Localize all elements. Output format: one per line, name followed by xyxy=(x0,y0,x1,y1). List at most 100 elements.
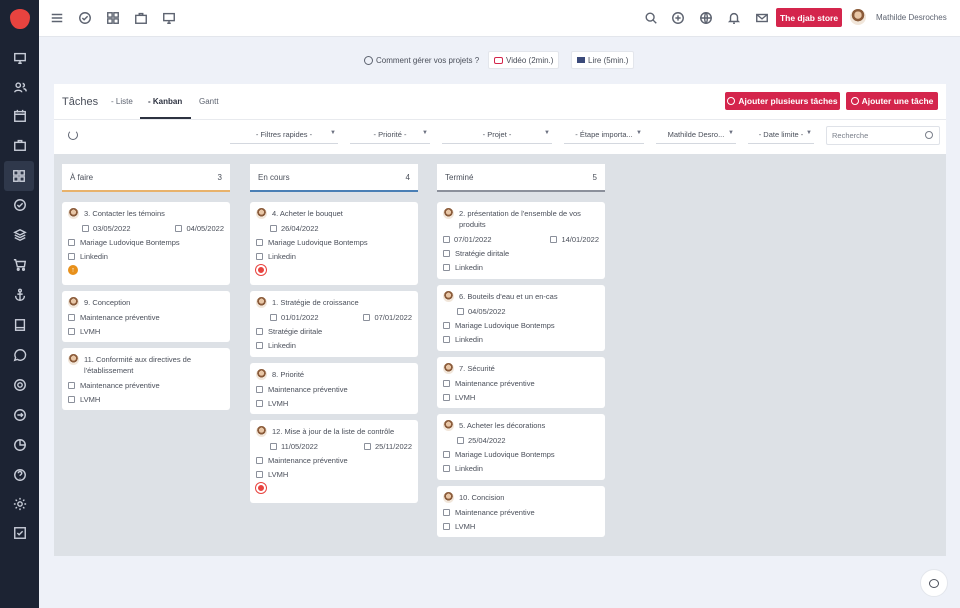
tab-gantt[interactable]: Gantt xyxy=(199,97,219,106)
chat-icon[interactable] xyxy=(9,344,30,365)
task-card[interactable]: 10. Concision Maintenance préventive LVM… xyxy=(437,486,605,537)
filter-milestone[interactable]: - Étape importa... ▼ xyxy=(564,126,644,144)
store-button[interactable]: The djab store xyxy=(776,8,842,27)
settings-icon[interactable] xyxy=(9,493,30,514)
task-project: Maintenance préventive xyxy=(455,378,535,388)
plus-circle-icon[interactable] xyxy=(671,11,685,25)
cart-icon[interactable] xyxy=(9,254,30,275)
layers-icon[interactable] xyxy=(9,224,30,245)
globe-icon[interactable] xyxy=(699,11,713,25)
briefcase-icon[interactable] xyxy=(9,134,30,155)
briefcase-icon[interactable] xyxy=(134,11,148,25)
tab-kanban[interactable]: - Kanban xyxy=(148,97,182,106)
task-card[interactable]: 7. Sécurité Maintenance préventive LVMH xyxy=(437,357,605,408)
add-many-label: Ajouter plusieurs tâches xyxy=(738,96,838,106)
bell-icon[interactable] xyxy=(727,11,741,25)
add-many-tasks-button[interactable]: Ajouter plusieurs tâches xyxy=(725,92,840,110)
task-client: LVMH xyxy=(80,394,101,404)
pie-chart-icon[interactable] xyxy=(9,434,30,455)
calendar-icon xyxy=(82,224,89,232)
filter-deadline[interactable]: - Date limite - ▼ xyxy=(748,126,814,144)
chevron-down-icon: ▼ xyxy=(728,130,734,136)
task-card[interactable]: 12. Mise à jour de la liste de contrôle … xyxy=(250,420,418,503)
anchor-icon[interactable] xyxy=(9,284,30,305)
tab-liste[interactable]: - Liste xyxy=(111,97,133,106)
user-avatar[interactable] xyxy=(850,9,866,25)
start-date: 01/01/2022 xyxy=(281,312,319,322)
add-task-button[interactable]: Ajouter une tâche xyxy=(846,92,938,110)
help-icon[interactable] xyxy=(9,464,30,485)
check-circle-icon[interactable] xyxy=(78,11,92,25)
menu-icon[interactable] xyxy=(50,11,64,25)
filter-assignee[interactable]: Mathilde Desro... ▼ xyxy=(656,126,736,144)
task-card[interactable]: 3. Contacter les témoins 03/05/2022 04/05… xyxy=(62,202,230,285)
column-title: À faire xyxy=(70,172,94,182)
checklist-icon[interactable] xyxy=(9,522,30,543)
task-card[interactable]: 9. Conception Maintenance préventive LVM… xyxy=(62,291,230,342)
filter-quick[interactable]: - Filtres rapides - ▼ xyxy=(230,126,338,144)
chevron-down-icon: ▼ xyxy=(330,130,336,136)
avatar xyxy=(68,208,79,219)
users-icon[interactable] xyxy=(9,76,30,97)
project-icon xyxy=(443,321,450,329)
read-button[interactable]: Lire (5min.) xyxy=(571,51,635,69)
app-logo[interactable] xyxy=(10,9,30,29)
grid-icon[interactable] xyxy=(4,161,34,191)
user-name[interactable]: Mathilde Desroches xyxy=(876,13,947,22)
task-project: Mariage Ludovique Bontemps xyxy=(80,237,180,247)
task-card[interactable]: 1. Stratégie de croissance 01/01/2022 07/… xyxy=(250,291,418,357)
task-card[interactable]: 6. Bouteils d'eau et un en-cas 04/05/202… xyxy=(437,285,605,351)
avatar xyxy=(256,426,267,437)
avatar xyxy=(443,420,454,431)
read-wrap: Lire (5min.) xyxy=(571,51,635,69)
client-icon xyxy=(443,335,450,343)
task-client: LVMH xyxy=(455,392,476,402)
filter-milestone-label: - Étape importa... xyxy=(575,130,633,139)
client-icon xyxy=(443,263,450,271)
avatar xyxy=(68,297,79,308)
search-icon[interactable] xyxy=(644,11,658,25)
avatar xyxy=(256,369,267,380)
refresh-icon[interactable] xyxy=(68,130,78,140)
client-icon xyxy=(256,341,263,349)
task-card[interactable]: 5. Acheter les décorations 25/04/2022 Ma… xyxy=(437,414,605,480)
chat-bubble-icon xyxy=(929,578,939,588)
monitor-icon[interactable] xyxy=(162,11,176,25)
task-card[interactable]: 4. Acheter le bouquet 26/04/2022 Mariage… xyxy=(250,202,418,285)
task-card[interactable]: 11. Conformité aux directives de l'établ… xyxy=(62,348,230,410)
task-card[interactable]: 2. présentation de l'ensemble de vos pro… xyxy=(437,202,605,279)
task-title: 8. Priorité xyxy=(272,370,305,379)
help-question[interactable]: Comment gérer vos projets ? xyxy=(376,56,479,65)
task-card[interactable]: 8. Priorité Maintenance préventive LVMH xyxy=(250,363,418,414)
check-circle-icon[interactable] xyxy=(9,194,30,215)
search-input[interactable]: Recherche xyxy=(826,126,940,145)
mail-icon[interactable] xyxy=(755,11,769,25)
task-title: 5. Acheter les décorations xyxy=(459,421,546,430)
video-label: Vidéo (2min.) xyxy=(506,55,554,65)
help-row: Comment gérer vos projets ? xyxy=(364,51,479,69)
divider xyxy=(54,119,946,120)
calendar-icon[interactable] xyxy=(9,105,30,126)
monitor-icon[interactable] xyxy=(9,47,30,68)
column-title: Terminé xyxy=(445,172,474,182)
task-client: Linkedin xyxy=(455,262,483,272)
task-client: LVMH xyxy=(268,469,289,479)
task-project: Maintenance préventive xyxy=(80,312,160,322)
task-project: Maintenance préventive xyxy=(455,507,535,517)
filter-priority[interactable]: - Priorité - ▼ xyxy=(350,126,430,144)
book-icon[interactable] xyxy=(9,314,30,335)
video-button[interactable]: Vidéo (2min.) xyxy=(488,51,560,69)
grid-icon[interactable] xyxy=(106,11,120,25)
project-icon xyxy=(68,238,75,246)
filter-project[interactable]: - Projet - ▼ xyxy=(442,126,552,144)
info-icon xyxy=(364,55,373,65)
task-title: 3. Contacter les témoins xyxy=(84,209,165,218)
task-project: Stratégie diritale xyxy=(268,326,323,336)
priority-up-icon: ↑ xyxy=(68,265,78,275)
chat-button[interactable] xyxy=(920,569,948,597)
video-wrap: Vidéo (2min.) xyxy=(488,51,560,69)
calendar-icon xyxy=(270,442,277,450)
arrow-circle-icon[interactable] xyxy=(9,404,30,425)
lifebuoy-icon[interactable] xyxy=(9,374,30,395)
client-icon xyxy=(68,327,75,335)
